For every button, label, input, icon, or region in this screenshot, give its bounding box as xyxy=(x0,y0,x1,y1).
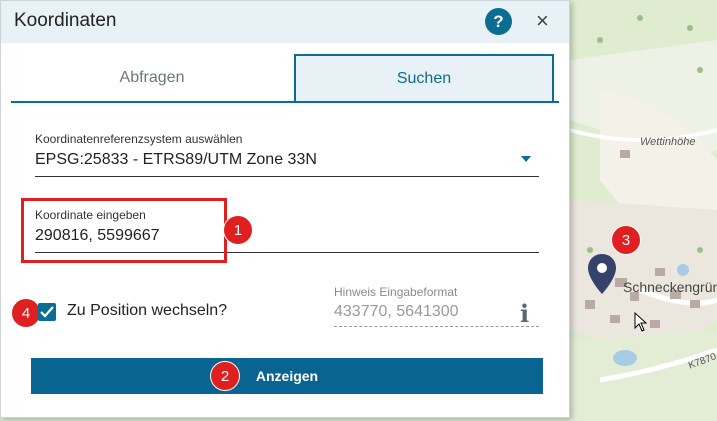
coordinates-dialog: Koordinaten ? × Abfragen Suchen Koordina… xyxy=(0,0,570,418)
check-icon xyxy=(40,306,54,318)
chevron-down-icon[interactable] xyxy=(521,156,531,162)
highlight-box xyxy=(21,198,227,263)
anzeigen-button[interactable]: Anzeigen xyxy=(31,358,543,394)
hint-value: 433770, 5641300 xyxy=(334,303,459,320)
zoom-checkbox[interactable] xyxy=(38,303,56,321)
tab-abfragen[interactable]: Abfragen xyxy=(11,55,293,101)
annotation-badge-2: 2 xyxy=(210,361,240,391)
annotation-badge-4: 4 xyxy=(11,298,41,328)
map-label-wettinhoehe: Wettinhöhe xyxy=(640,136,696,148)
info-icon[interactable]: i xyxy=(520,299,529,328)
annotation-badge-1: 1 xyxy=(223,215,253,245)
hint-underline xyxy=(334,326,539,327)
zoom-checkbox-label[interactable]: Zu Position wechseln? xyxy=(67,302,227,320)
tab-suchen[interactable]: Suchen xyxy=(294,54,554,101)
annotation-badge-3: 3 xyxy=(611,225,641,255)
dialog-titlebar: Koordinaten ? × xyxy=(1,1,569,43)
close-button[interactable]: × xyxy=(536,9,549,33)
hint-label: Hinweis Eingabeformat xyxy=(334,285,458,299)
tab-underline xyxy=(11,101,559,103)
crs-label: Koordinatenreferenzsystem auswählen xyxy=(35,132,243,146)
map-label-schneckengruen: Schneckengrün xyxy=(623,279,717,295)
crs-select[interactable]: EPSG:25833 - ETRS89/UTM Zone 33N xyxy=(35,151,317,169)
crs-underline xyxy=(35,176,539,177)
dialog-title: Koordinaten xyxy=(14,10,117,31)
help-button[interactable]: ? xyxy=(485,8,512,35)
